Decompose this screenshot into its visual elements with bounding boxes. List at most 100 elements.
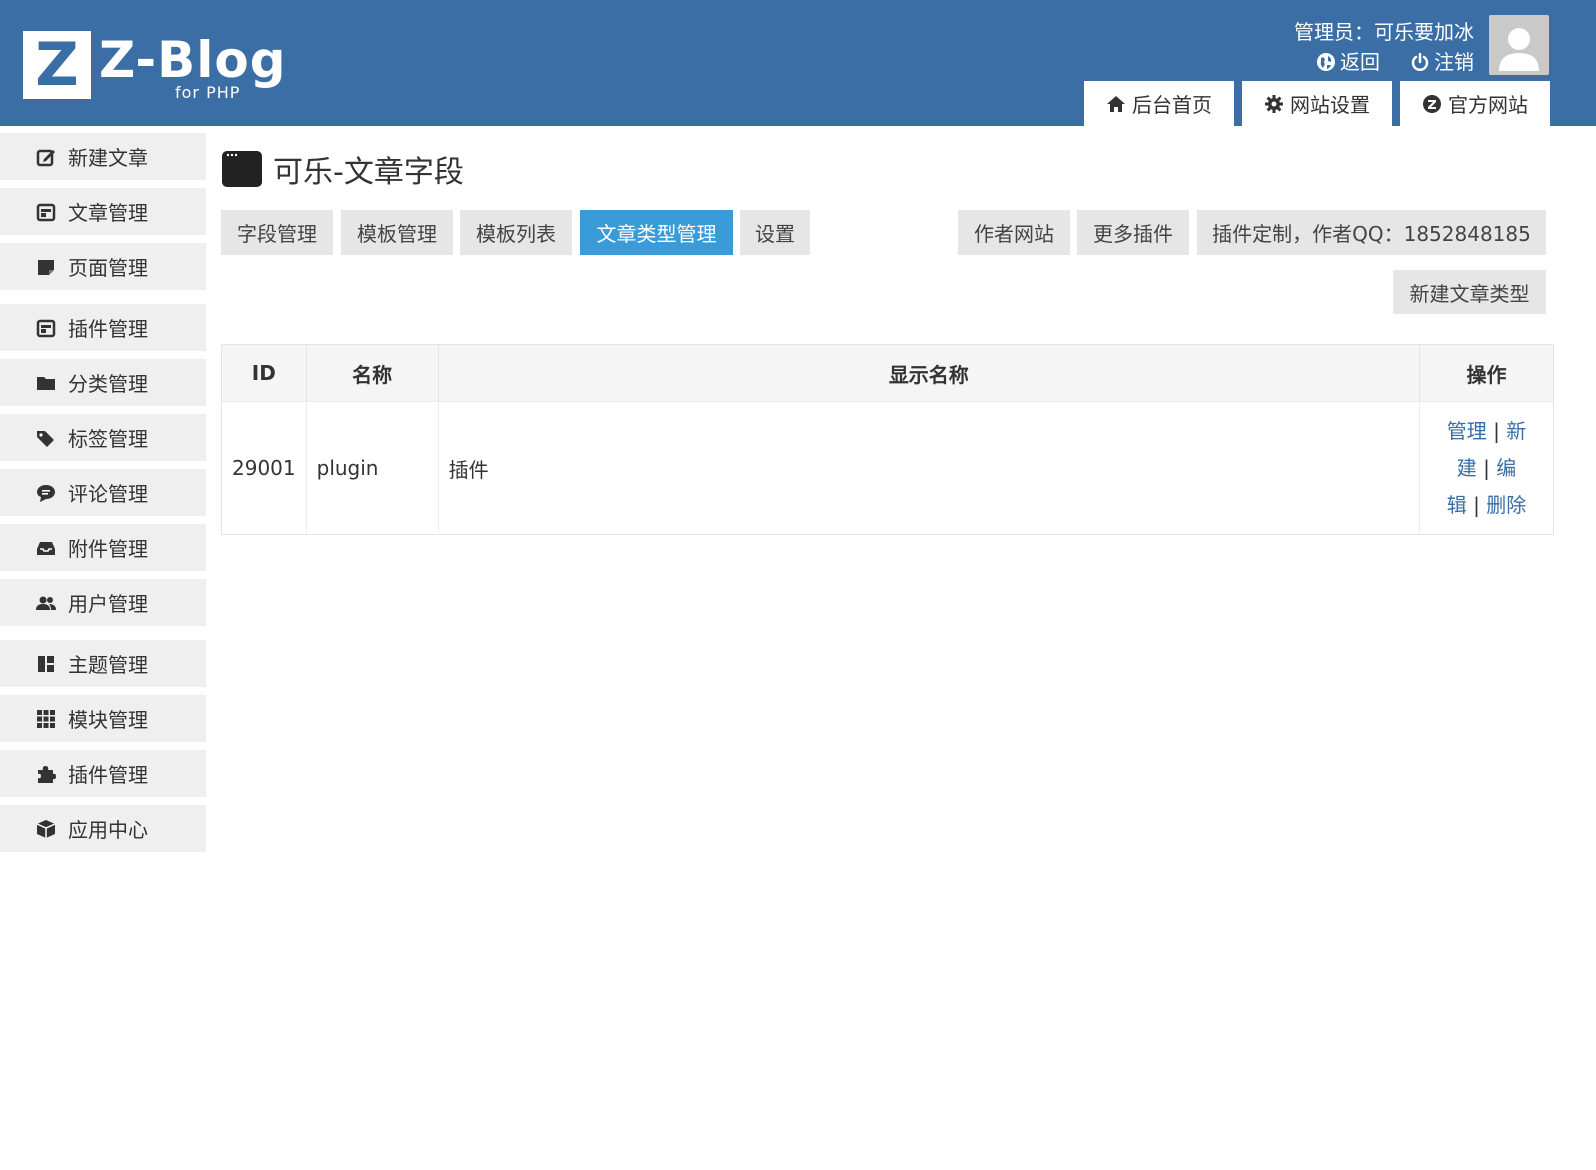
zblog-icon bbox=[1423, 94, 1441, 113]
user-info: 管理员：可乐要加冰 返回 注销 bbox=[1294, 18, 1474, 78]
sidebar-item-label: 用户管理 bbox=[68, 592, 148, 616]
logo-name-text: Z-Blog bbox=[99, 31, 287, 89]
sidebar-item-label: 页面管理 bbox=[68, 256, 148, 280]
user-avatar-icon bbox=[1489, 15, 1549, 75]
sidebar-item-plugin-manage-1[interactable]: 插件管理 bbox=[0, 304, 206, 351]
sidebar-item-label: 文章管理 bbox=[68, 201, 148, 225]
article-icon bbox=[35, 317, 57, 339]
sidebar-item-tag-manage[interactable]: 标签管理 bbox=[0, 414, 206, 461]
logout-label: 注销 bbox=[1434, 50, 1474, 74]
tab-site-settings[interactable]: 网站设置 bbox=[1242, 81, 1392, 126]
sidebar-item-article-manage[interactable]: 文章管理 bbox=[0, 188, 206, 235]
page-title: 可乐-文章字段 bbox=[221, 140, 1554, 198]
sidebar-item-user-manage[interactable]: 用户管理 bbox=[0, 579, 206, 626]
tab-field-manage[interactable]: 字段管理 bbox=[221, 210, 333, 255]
logo-subtitle: for PHP bbox=[175, 83, 241, 102]
separator: | bbox=[1473, 492, 1480, 517]
table-header-row: ID 名称 显示名称 操作 bbox=[221, 344, 1554, 402]
home-icon bbox=[1107, 95, 1125, 112]
back-label: 返回 bbox=[1340, 50, 1380, 74]
back-link[interactable]: 返回 bbox=[1316, 46, 1380, 78]
zblog-logo[interactable]: Z Z-Blog for PHP bbox=[23, 31, 287, 102]
sidebar-item-label: 分类管理 bbox=[68, 372, 148, 396]
delete-link[interactable]: 删除 bbox=[1486, 493, 1526, 517]
new-article-type-button[interactable]: 新建文章类型 bbox=[1393, 270, 1546, 314]
logo-mark: Z bbox=[23, 31, 91, 99]
sidebar-item-label: 插件管理 bbox=[68, 317, 148, 341]
sidebar-item-label: 新建文章 bbox=[68, 146, 148, 170]
sidebar-item-module-manage[interactable]: 模块管理 bbox=[0, 695, 206, 742]
manage-link[interactable]: 管理 bbox=[1447, 419, 1487, 443]
sidebar-item-label: 主题管理 bbox=[68, 653, 148, 677]
box-icon bbox=[35, 818, 57, 840]
globe-icon bbox=[1317, 53, 1335, 71]
sidebar-item-label: 标签管理 bbox=[68, 427, 148, 451]
cell-name: plugin bbox=[306, 401, 439, 535]
sidebar-item-label: 附件管理 bbox=[68, 537, 148, 561]
cell-display-name: 插件 bbox=[438, 401, 1421, 535]
sidebar-item-category-manage[interactable]: 分类管理 bbox=[0, 359, 206, 406]
tab-settings[interactable]: 设置 bbox=[740, 210, 810, 255]
tab-more-plugins[interactable]: 更多插件 bbox=[1077, 210, 1189, 255]
sidebar-item-attachment-manage[interactable]: 附件管理 bbox=[0, 524, 206, 571]
grid-icon bbox=[35, 708, 57, 730]
sidebar-item-page-manage[interactable]: 页面管理 bbox=[0, 243, 206, 290]
tab-plugin-custom[interactable]: 插件定制，作者QQ：1852848185 bbox=[1197, 210, 1546, 255]
tab-admin-home-label: 后台首页 bbox=[1132, 93, 1212, 117]
article-icon bbox=[35, 201, 57, 223]
article-type-table: ID 名称 显示名称 操作 29001 plugin 插件 管理 | 新建 | … bbox=[221, 344, 1554, 535]
separator: | bbox=[1493, 418, 1500, 443]
comment-icon bbox=[35, 482, 57, 504]
page-title-text: 可乐-文章字段 bbox=[273, 155, 464, 190]
cell-id: 29001 bbox=[221, 401, 307, 535]
page-icon bbox=[35, 256, 57, 278]
sidebar-item-app-center[interactable]: 应用中心 bbox=[0, 805, 206, 852]
sidebar-item-theme-manage[interactable]: 主题管理 bbox=[0, 640, 206, 687]
tab-article-type-manage[interactable]: 文章类型管理 bbox=[580, 210, 733, 255]
separator: | bbox=[1483, 455, 1490, 480]
sidebar-item-label: 插件管理 bbox=[68, 763, 148, 787]
puzzle-icon bbox=[35, 763, 57, 785]
tab-site-settings-label: 网站设置 bbox=[1290, 93, 1370, 117]
avatar[interactable] bbox=[1489, 15, 1549, 75]
table-row: 29001 plugin 插件 管理 | 新建 | 编辑 | 删除 bbox=[221, 401, 1554, 535]
tags-icon bbox=[35, 427, 57, 449]
sidebar-item-new-article[interactable]: 新建文章 bbox=[0, 133, 206, 180]
tab-template-list[interactable]: 模板列表 bbox=[460, 210, 572, 255]
edit-link-part2: 辑 bbox=[1446, 492, 1467, 517]
sidebar-item-label: 应用中心 bbox=[68, 818, 148, 842]
gear-icon bbox=[1265, 94, 1283, 113]
edit-icon bbox=[35, 146, 57, 168]
sidebar: 新建文章 文章管理 页面管理 插件管理 分类管理 标签管理 评论管理 附件管理 … bbox=[0, 133, 206, 860]
sidebar-item-comment-manage[interactable]: 评论管理 bbox=[0, 469, 206, 516]
new-link-part1: 新 bbox=[1506, 418, 1527, 443]
tab-author-site[interactable]: 作者网站 bbox=[958, 210, 1070, 255]
folder-icon bbox=[35, 372, 57, 394]
top-nav: 后台首页 网站设置 官方网站 bbox=[1084, 81, 1550, 126]
top-header: Z Z-Blog for PHP 管理员：可乐要加冰 返回 注销 后台首页 网站… bbox=[0, 0, 1596, 126]
col-name: 名称 bbox=[306, 344, 439, 402]
tab-official-site-label: 官方网站 bbox=[1448, 93, 1528, 117]
theme-icon bbox=[35, 653, 57, 675]
cell-actions: 管理 | 新建 | 编辑 | 删除 bbox=[1419, 401, 1554, 535]
logout-link[interactable]: 注销 bbox=[1410, 46, 1474, 78]
power-icon bbox=[1411, 52, 1429, 71]
window-icon bbox=[222, 151, 262, 187]
col-display-name: 显示名称 bbox=[438, 344, 1421, 402]
tab-template-manage[interactable]: 模板管理 bbox=[341, 210, 453, 255]
tab-official-site[interactable]: 官方网站 bbox=[1400, 81, 1550, 126]
edit-link-part1: 编 bbox=[1496, 455, 1517, 480]
sub-tabs: 字段管理 模板管理 模板列表 文章类型管理 设置 作者网站 更多插件 插件定制，… bbox=[221, 210, 1554, 256]
users-icon bbox=[35, 592, 57, 614]
sidebar-item-plugin-manage-2[interactable]: 插件管理 bbox=[0, 750, 206, 797]
admin-label: 管理员：可乐要加冰 bbox=[1294, 20, 1474, 44]
logo-name: Z-Blog bbox=[99, 31, 287, 89]
main-content: 可乐-文章字段 字段管理 模板管理 模板列表 文章类型管理 设置 作者网站 更多… bbox=[221, 140, 1554, 535]
col-actions: 操作 bbox=[1419, 344, 1554, 402]
sidebar-item-label: 评论管理 bbox=[68, 482, 148, 506]
tab-admin-home[interactable]: 后台首页 bbox=[1084, 81, 1234, 126]
sidebar-item-label: 模块管理 bbox=[68, 708, 148, 732]
col-id: ID bbox=[221, 344, 307, 402]
inbox-icon bbox=[35, 537, 57, 559]
new-link-part2: 建 bbox=[1456, 455, 1477, 480]
